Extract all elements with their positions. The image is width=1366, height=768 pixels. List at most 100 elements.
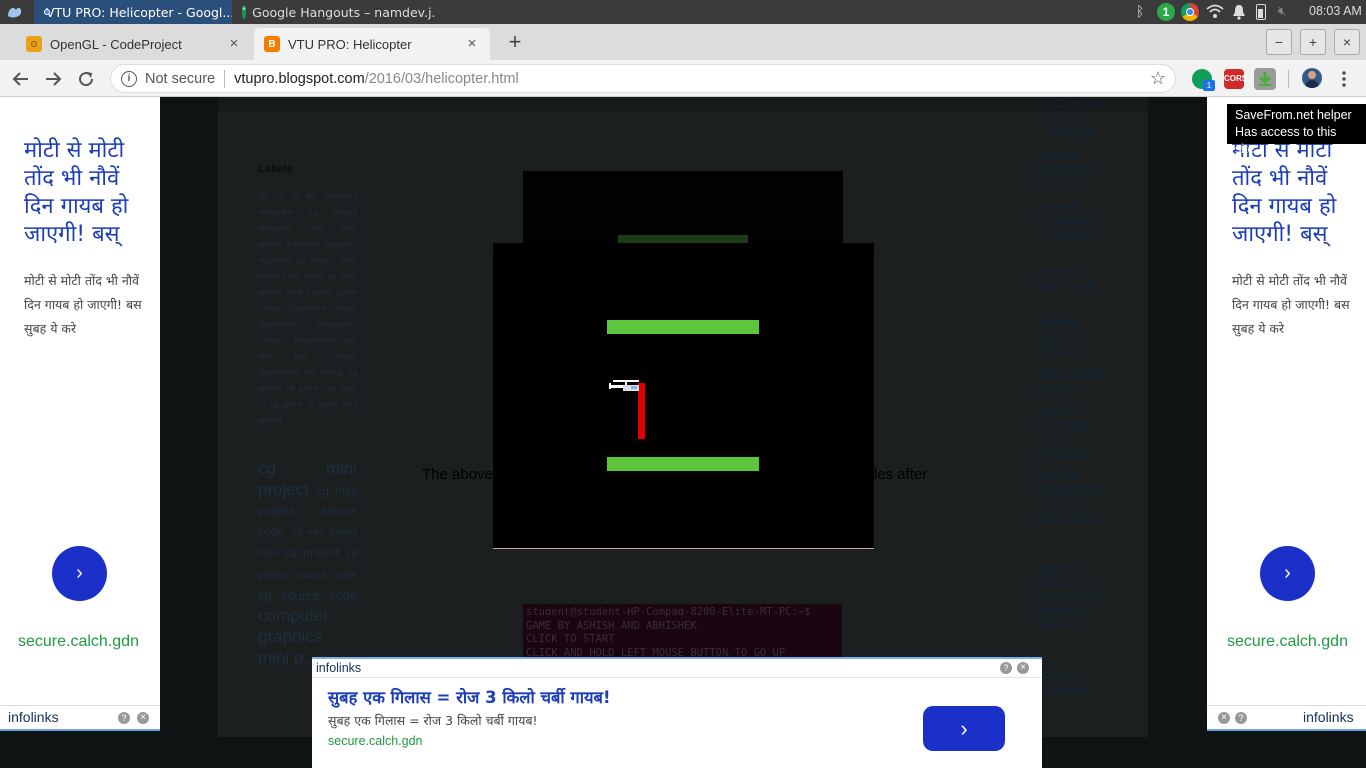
ad-arrow-button[interactable]: ›: [52, 546, 107, 601]
ad-help-icon[interactable]: ?: [118, 712, 130, 724]
sidebar-link[interactable]: Sample Combinati on Resume: [1038, 200, 1108, 242]
labels-tag-cloud[interactable]: 3d car 3d fan animated aeroplane cg proj…: [258, 189, 357, 429]
tab-label: VTU PRO: Helicopter: [288, 36, 412, 52]
bluetooth-icon[interactable]: ᛒ: [1136, 3, 1144, 19]
close-window-button[interactable]: ×: [1334, 29, 1360, 55]
ad-body[interactable]: मोटी से मोटी तोंद भी नौवें दिन गायब हो ज…: [24, 269, 148, 341]
ad-url[interactable]: secure.calch.gdn: [328, 734, 423, 748]
big-tag-list: cg mini project cg mini project source c…: [258, 459, 357, 669]
post-screenshot-image: [523, 171, 843, 243]
ad-headline[interactable]: मोटी से मोटी तोंद भी नौवें दिन गायब हो ज…: [24, 137, 142, 249]
sidebar-link[interactable]: Types of Nontraditi onal Resumes: [1038, 404, 1108, 460]
menu-kebab-icon[interactable]: [1340, 69, 1348, 89]
reload-button[interactable]: [74, 67, 98, 91]
browser-tab-strip: ☺ OpenGL - CodeProject × B VTU PRO: Heli…: [0, 24, 1366, 60]
tab-opengl-codeproject[interactable]: ☺ OpenGL - CodeProject ×: [16, 28, 252, 60]
ad-body[interactable]: मोटी से मोटी तोंद भी नौवें दिन गायब हो ज…: [1232, 269, 1356, 341]
right-side-ad[interactable]: मोटी से मोटी तोंद भी नौवें दिन गायब हो ज…: [1207, 97, 1366, 731]
os-top-bar: VTU PRO: Helicopter - Googl... " Google …: [0, 0, 1366, 24]
close-tab-icon[interactable]: ×: [226, 36, 242, 52]
sidebar-link[interactable]: Sample Functiona l Resume: [1038, 149, 1108, 191]
os-task-label: Google Hangouts – namdev.j...: [252, 4, 436, 20]
address-bar[interactable]: i Not secure vtupro.blogspot.com/2016/03…: [110, 64, 1176, 93]
ad-arrow-button[interactable]: ›: [1260, 546, 1315, 601]
infolinks-logo[interactable]: infolinks: [316, 661, 361, 675]
tab-label: OpenGL - CodeProject: [50, 36, 182, 52]
bell-icon[interactable]: [1232, 4, 1246, 23]
ad-arrow-button[interactable]: ›: [923, 706, 1005, 751]
blogger-favicon: B: [264, 36, 280, 52]
ad-brand-bar: infolinks ? ×: [0, 705, 160, 731]
tag-computer-graphics[interactable]: computer graphics: [258, 606, 329, 646]
tag-cg-source-code[interactable]: cg source code: [258, 588, 357, 603]
new-tab-button[interactable]: +: [504, 30, 526, 54]
tooltip-line: SaveFrom.net helper: [1235, 108, 1352, 122]
maximize-button[interactable]: +: [1300, 29, 1326, 55]
chrome-tray-icon[interactable]: [1181, 3, 1199, 21]
terminal-line: student@student-HP-Compaq-8200-Elite-MT-…: [526, 606, 811, 618]
ad-close-icon[interactable]: ×: [1017, 662, 1029, 674]
ad-close-icon[interactable]: ×: [1218, 712, 1230, 724]
left-side-ad[interactable]: मोटी से मोटी तोंद भी नौवें दिन गायब हो ज…: [0, 97, 160, 731]
tag-cg-project[interactable]: cg project: [285, 545, 340, 559]
tag-mini-p[interactable]: mini p...: [258, 648, 318, 667]
tooltip-line: Has access to this site: [1235, 125, 1337, 156]
ad-help-icon[interactable]: ?: [1235, 712, 1247, 724]
wifi-icon[interactable]: [1206, 3, 1224, 22]
notification-badge[interactable]: 1: [1157, 3, 1175, 21]
post-text-left: The above: [422, 466, 493, 483]
infolinks-logo[interactable]: infolinks: [8, 709, 59, 725]
info-icon[interactable]: i: [121, 70, 137, 87]
lightbox-game-screenshot[interactable]: [493, 243, 874, 549]
forward-button[interactable]: [41, 67, 65, 91]
ad-url[interactable]: secure.calch.gdn: [18, 633, 139, 651]
url-host[interactable]: vtupro.blogspot.com: [234, 71, 365, 87]
game-floor-wall: [607, 457, 759, 471]
url-path[interactable]: /2016/03/helicopter.html: [365, 71, 519, 87]
url-divider: [224, 69, 226, 88]
sidebar-link[interactable]: How To Prepare For Campus Placemen ts: [1038, 469, 1108, 525]
helicopter-sprite: [609, 379, 645, 393]
sidebar-link[interactable]: Sample Targeted Resume: [1038, 316, 1108, 358]
os-task-label: VTU PRO: Helicopter - Googl...: [46, 4, 232, 20]
bottom-banner-ad[interactable]: infolinks ? × सुबह एक गिलास = रोज 3 किलो…: [312, 657, 1042, 768]
ad-close-icon[interactable]: ×: [137, 712, 149, 724]
security-label[interactable]: Not secure: [145, 71, 215, 87]
extension-badge: 1: [1203, 80, 1215, 91]
ad-help-icon[interactable]: ?: [1000, 662, 1012, 674]
ad-body[interactable]: सुबह एक गिलास = रोज 3 किलो चर्बी गायब!: [328, 712, 538, 729]
ad-headline[interactable]: सुबह एक गिलास = रोज 3 किलो चर्बी गायब!: [328, 685, 611, 708]
clock[interactable]: 08:03 AM: [1309, 4, 1362, 18]
sidebar-link[interactable]: OpenGL Mini Project For CS/IS/IT Student…: [1038, 562, 1108, 632]
game-ceiling-wall: [607, 320, 759, 334]
ad-divider: [312, 677, 1042, 678]
cors-extension-icon[interactable]: CORS: [1224, 69, 1247, 89]
infolinks-logo[interactable]: infolinks: [1303, 709, 1354, 725]
post-terminal-image: student@student-HP-Compaq-8200-Elite-MT-…: [523, 604, 842, 664]
battery-icon[interactable]: [1256, 4, 1266, 20]
sidebar-link[interactable]: Sample Mini Resume: [1038, 367, 1108, 395]
hangouts-icon: ": [242, 5, 247, 19]
sidebar-link[interactable]: Resume With Profile: [1038, 265, 1108, 293]
savefrom-download-icon[interactable]: [1254, 68, 1276, 90]
terminal-line: CLICK TO START: [526, 633, 615, 645]
terminal-line: GAME BY ASHISH AND ABHISHEK: [526, 619, 697, 632]
minimize-button[interactable]: −: [1266, 29, 1292, 55]
os-launcher-icon[interactable]: [6, 4, 24, 20]
ad-brand-bar: × ? infolinks: [1207, 705, 1366, 731]
sidebar-link[interactable]: 3D Car - Animation: [1038, 669, 1108, 697]
sidebar-link[interactable]: Chronolo gical Resume: [1052, 97, 1108, 139]
ad-url[interactable]: secure.calch.gdn: [1227, 633, 1348, 651]
post-top-strip: [218, 97, 1148, 111]
profile-avatar[interactable]: [1302, 68, 1322, 88]
close-tab-icon[interactable]: ×: [464, 36, 480, 52]
toolbar-divider: [1288, 70, 1289, 88]
volume-icon[interactable]: 🔇︎: [1278, 3, 1286, 19]
bookmark-star-icon[interactable]: ☆: [1150, 68, 1166, 89]
back-button[interactable]: [9, 67, 33, 91]
labels-heading: Labels: [258, 163, 293, 175]
tab-vtu-pro-helicopter[interactable]: B VTU PRO: Helicopter ×: [254, 28, 490, 60]
os-task-chrome[interactable]: VTU PRO: Helicopter - Googl...: [34, 0, 232, 24]
os-task-hangouts[interactable]: " Google Hangouts – namdev.j...: [236, 0, 436, 24]
browser-toolbar: i Not secure vtupro.blogspot.com/2016/03…: [0, 60, 1366, 97]
